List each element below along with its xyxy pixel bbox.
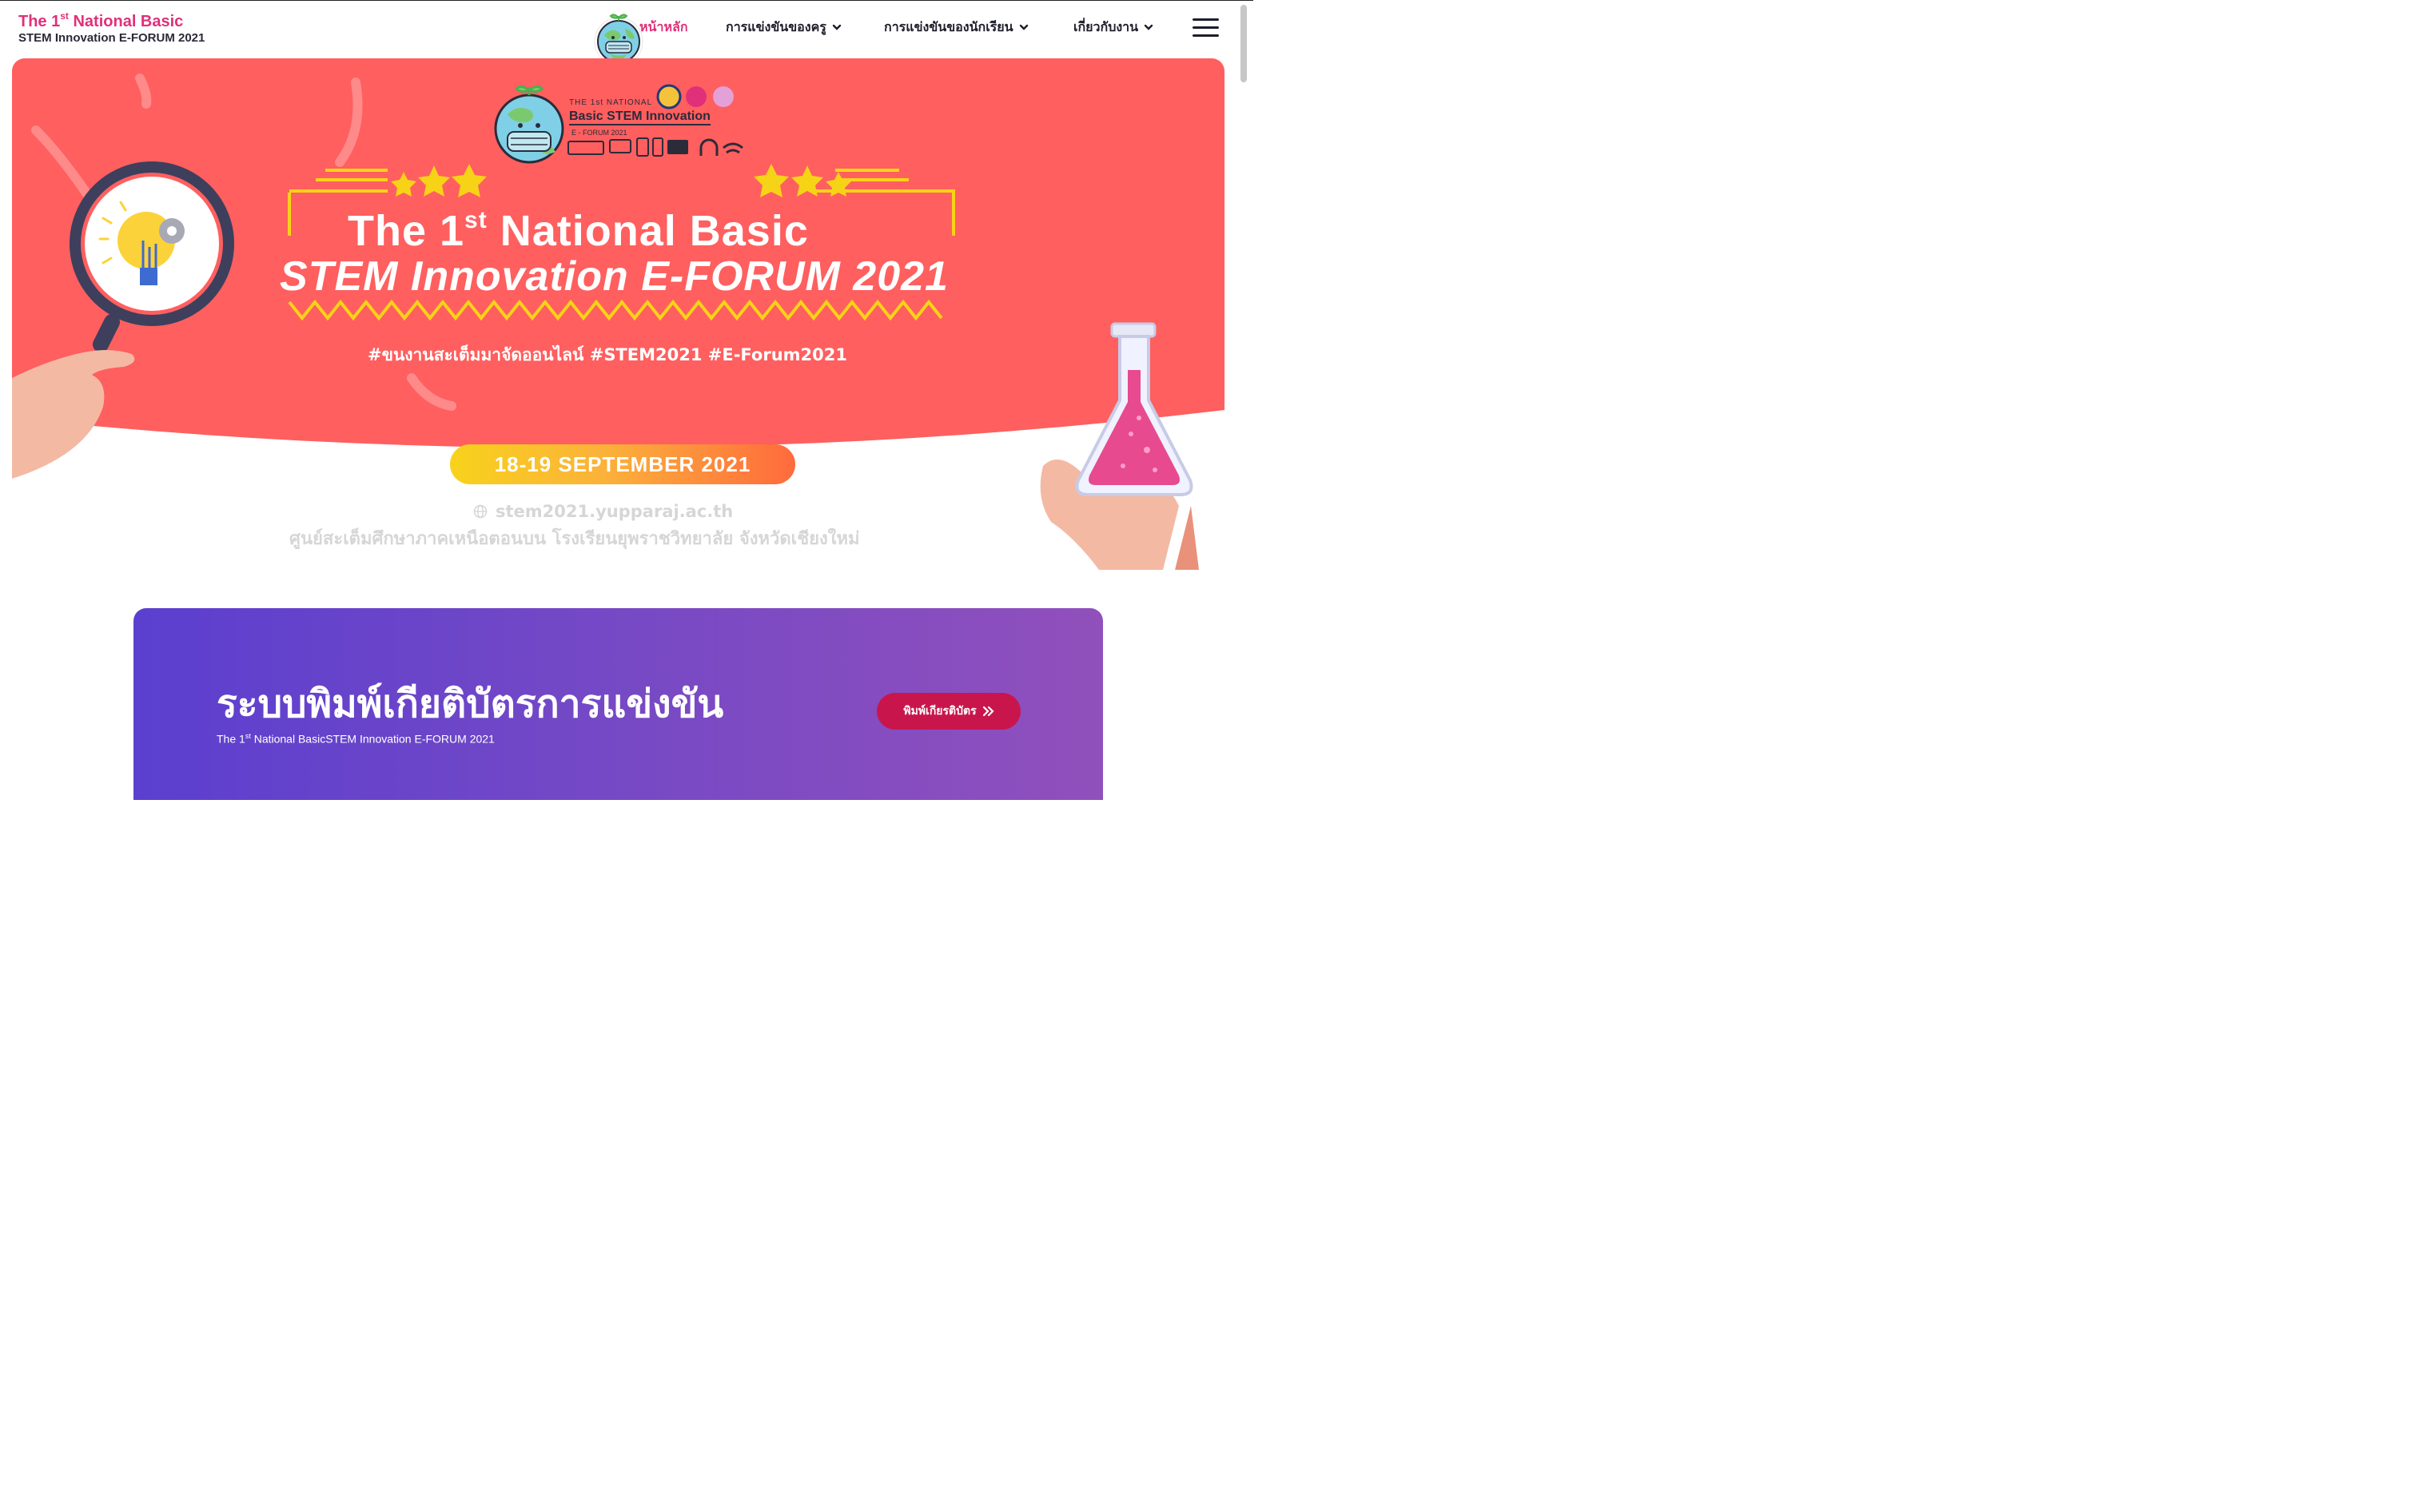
page-scrollbar[interactable] (1240, 5, 1247, 82)
nav-teacher-label: การแข่งขันของครู (726, 18, 826, 34)
event-organizer: ศูนย์สะเต็มศึกษาภาคเหนือตอนบน โรงเรียนยุ… (289, 529, 860, 549)
print-certificate-button[interactable]: พิมพ์เกียรติบัตร (877, 693, 1021, 730)
site-brand-link[interactable]: The 1st National Basic STEM Innovation E… (18, 11, 205, 44)
event-website: stem2021.yupparaj.ac.th (473, 502, 733, 521)
nav-teacher-competition[interactable]: การแข่งขันของครู (726, 18, 842, 37)
hero-hashtags: #ขนงานสะเต็มมาจัดออนไลน์ #STEM2021 #E-Fo… (368, 345, 847, 364)
nav-about-label: เกี่ยวกับงาน (1073, 18, 1139, 34)
double-chevron-right-icon (982, 706, 994, 716)
hero-title-line2: STEM Innovation E-FORUM 2021 (280, 253, 949, 300)
print-certificate-label: พิมพ์เกียรติบัตร (903, 705, 977, 718)
event-date-badge: 18-19 SEPTEMBER 2021 (450, 444, 795, 484)
nav-home[interactable]: หน้าหลัก (639, 18, 688, 37)
hero-logo-top: THE 1st NATIONAL (569, 98, 653, 107)
certificate-subtitle: The 1st National BasicSTEM Innovation E-… (217, 732, 495, 746)
hero-title-line1: The 1st National Basic (348, 207, 809, 255)
window-top-border (0, 0, 1253, 1)
nav-student-competition[interactable]: การแข่งขันของนักเรียน (884, 18, 1029, 37)
certificate-title: ระบบพิมพ์เกียติบัตรการแข่งขัน (217, 682, 724, 726)
brand-subtitle: STEM Innovation E-FORUM 2021 (18, 31, 205, 45)
certificate-section: ระบบพิมพ์เกียติบัตรการแข่งขัน The 1st Na… (133, 608, 1103, 800)
globe-icon (473, 504, 488, 519)
hero-logo-title: Basic STEM Innovation (569, 109, 711, 125)
nav-about[interactable]: เกี่ยวกับงาน (1073, 18, 1154, 37)
brand-title: The 1st National Basic (18, 10, 184, 30)
earth-mascot-logo-icon[interactable] (593, 11, 644, 66)
hero-logo-subtitle: E - FORUM 2021 (571, 129, 627, 137)
chevron-down-icon (832, 24, 842, 30)
chevron-down-icon (1144, 24, 1153, 30)
hamburger-menu-icon[interactable] (1193, 18, 1219, 38)
hero-banner: THE 1st NATIONAL Basic STEM Innovation E… (12, 58, 1224, 570)
chevron-down-icon (1019, 24, 1028, 30)
event-website-text: stem2021.yupparaj.ac.th (496, 502, 734, 521)
nav-home-label: หน้าหลัก (639, 18, 688, 34)
nav-student-label: การแข่งขันของนักเรียน (884, 18, 1013, 34)
